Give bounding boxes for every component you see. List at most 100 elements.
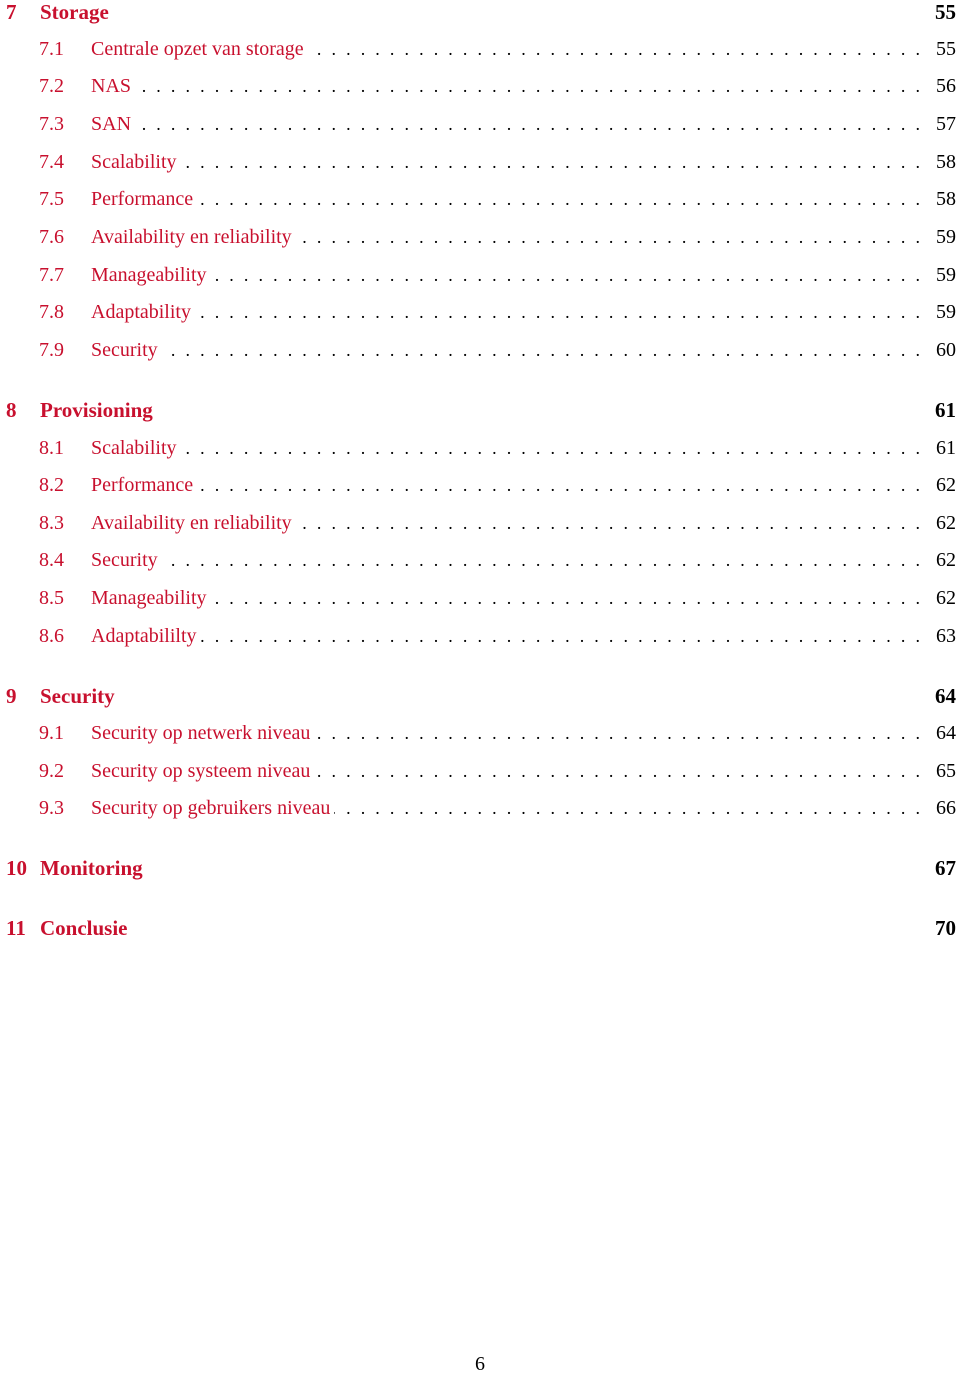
section-number: 7.5 bbox=[39, 188, 64, 210]
dot-leader bbox=[334, 798, 920, 819]
section-number: 7.2 bbox=[39, 75, 64, 97]
section-number: 9.2 bbox=[39, 760, 64, 782]
section-title[interactable]: Manageability bbox=[91, 587, 211, 610]
section-number: 7.3 bbox=[39, 113, 64, 135]
section-number: 8.6 bbox=[39, 625, 64, 647]
section-title[interactable]: Performance bbox=[91, 474, 197, 497]
dot-leader bbox=[195, 302, 920, 323]
section-number: 8.1 bbox=[39, 437, 64, 459]
chapter-number: 7 bbox=[6, 0, 17, 24]
section-title[interactable]: NAS bbox=[91, 75, 135, 98]
dot-leader bbox=[162, 340, 920, 361]
section-page: 60 bbox=[936, 339, 956, 361]
dot-leader bbox=[181, 152, 920, 173]
chapter-title[interactable]: Conclusie bbox=[40, 916, 128, 941]
toc-section[interactable]: 7.6 Availability en reliability 59 bbox=[39, 226, 956, 256]
chapter-title[interactable]: Monitoring bbox=[40, 856, 143, 881]
toc-section[interactable]: 8.2 Performance 62 bbox=[39, 474, 956, 504]
toc-section[interactable]: 7.4 Scalability 58 bbox=[39, 151, 956, 181]
dot-leader bbox=[211, 588, 920, 609]
page-number: 6 bbox=[475, 1353, 485, 1375]
toc-section[interactable]: 9.1 Security op netwerk niveau 64 bbox=[39, 722, 956, 752]
section-title[interactable]: Centrale opzet van storage bbox=[91, 38, 308, 61]
toc-section[interactable]: 7.7 Manageability 59 bbox=[39, 264, 956, 294]
chapter-number: 8 bbox=[6, 398, 17, 422]
section-page: 65 bbox=[936, 760, 956, 782]
dot-leader bbox=[162, 550, 920, 571]
toc-section[interactable]: 7.8 Adaptability 59 bbox=[39, 301, 956, 331]
section-page: 58 bbox=[936, 188, 956, 210]
section-page: 63 bbox=[936, 625, 956, 647]
dot-leader bbox=[296, 513, 920, 534]
dot-leader bbox=[211, 265, 920, 286]
chapter-number: 9 bbox=[6, 684, 17, 708]
section-page: 56 bbox=[936, 75, 956, 97]
section-number: 7.8 bbox=[39, 301, 64, 323]
section-title[interactable]: Security op systeem niveau bbox=[91, 760, 314, 783]
toc-section[interactable]: 8.4 Security 62 bbox=[39, 549, 956, 579]
toc-section[interactable]: 7.9 Security 60 bbox=[39, 339, 956, 369]
toc-chapter[interactable]: 10 Monitoring 67 bbox=[6, 856, 956, 886]
section-number: 7.6 bbox=[39, 226, 64, 248]
section-page: 62 bbox=[936, 512, 956, 534]
dot-leader bbox=[314, 761, 920, 782]
section-title[interactable]: Availability en reliability bbox=[91, 226, 296, 249]
chapter-page: 55 bbox=[935, 0, 956, 24]
section-number: 7.9 bbox=[39, 339, 64, 361]
chapter-title[interactable]: Security bbox=[40, 684, 115, 709]
toc-chapter[interactable]: 7 Storage 55 bbox=[6, 0, 956, 30]
chapter-page: 61 bbox=[935, 398, 956, 422]
section-page: 58 bbox=[936, 151, 956, 173]
dot-leader bbox=[197, 189, 920, 210]
section-title[interactable]: SAN bbox=[91, 113, 135, 136]
section-number: 8.2 bbox=[39, 474, 64, 496]
section-page: 62 bbox=[936, 549, 956, 571]
section-page: 66 bbox=[936, 797, 956, 819]
section-title[interactable]: Scalability bbox=[91, 151, 181, 174]
toc-section[interactable]: 7.2 NAS 56 bbox=[39, 75, 956, 105]
toc-section[interactable]: 8.1 Scalability 61 bbox=[39, 437, 956, 467]
section-number: 7.1 bbox=[39, 38, 64, 60]
section-number: 8.3 bbox=[39, 512, 64, 534]
chapter-number: 11 bbox=[6, 916, 26, 940]
section-number: 8.4 bbox=[39, 549, 64, 571]
section-title[interactable]: Performance bbox=[91, 188, 197, 211]
toc-section[interactable]: 7.3 SAN 57 bbox=[39, 113, 956, 143]
section-title[interactable]: Security bbox=[91, 549, 162, 572]
toc-section[interactable]: 9.2 Security op systeem niveau 65 bbox=[39, 760, 956, 790]
section-number: 9.3 bbox=[39, 797, 64, 819]
toc-section[interactable]: 9.3 Security op gebruikers niveau 66 bbox=[39, 797, 956, 827]
toc-section[interactable]: 7.5 Performance 58 bbox=[39, 188, 956, 218]
section-title[interactable]: Manageability bbox=[91, 264, 211, 287]
section-title[interactable]: Security op netwerk niveau bbox=[91, 722, 314, 745]
chapter-page: 64 bbox=[935, 684, 956, 708]
section-title[interactable]: Scalability bbox=[91, 437, 181, 460]
dot-leader bbox=[314, 723, 920, 744]
toc-section[interactable]: 7.1 Centrale opzet van storage 55 bbox=[39, 38, 956, 68]
section-page: 61 bbox=[936, 437, 956, 459]
section-title[interactable]: Adaptability bbox=[91, 301, 195, 324]
toc-section[interactable]: 8.6 Adaptabililty 63 bbox=[39, 625, 956, 655]
section-title[interactable]: Availability en reliability bbox=[91, 512, 296, 535]
dot-leader bbox=[201, 626, 920, 647]
dot-leader bbox=[181, 438, 920, 459]
chapter-page: 70 bbox=[935, 916, 956, 940]
section-page: 62 bbox=[936, 587, 956, 609]
dot-leader bbox=[296, 227, 920, 248]
toc-section[interactable]: 8.3 Availability en reliability 62 bbox=[39, 512, 956, 542]
chapter-number: 10 bbox=[6, 856, 27, 880]
toc-chapter[interactable]: 8 Provisioning 61 bbox=[6, 398, 956, 428]
section-title[interactable]: Security op gebruikers niveau bbox=[91, 797, 334, 820]
dot-leader bbox=[135, 76, 920, 97]
section-page: 59 bbox=[936, 301, 956, 323]
chapter-title[interactable]: Storage bbox=[40, 0, 109, 25]
toc-section[interactable]: 8.5 Manageability 62 bbox=[39, 587, 956, 617]
toc-chapter[interactable]: 11 Conclusie 70 bbox=[6, 916, 956, 946]
chapter-title[interactable]: Provisioning bbox=[40, 398, 153, 423]
dot-leader bbox=[308, 39, 920, 60]
toc-chapter[interactable]: 9 Security 64 bbox=[6, 684, 956, 714]
section-page: 57 bbox=[936, 113, 956, 135]
section-title[interactable]: Adaptabililty bbox=[91, 625, 201, 648]
section-title[interactable]: Security bbox=[91, 339, 162, 362]
section-number: 8.5 bbox=[39, 587, 64, 609]
